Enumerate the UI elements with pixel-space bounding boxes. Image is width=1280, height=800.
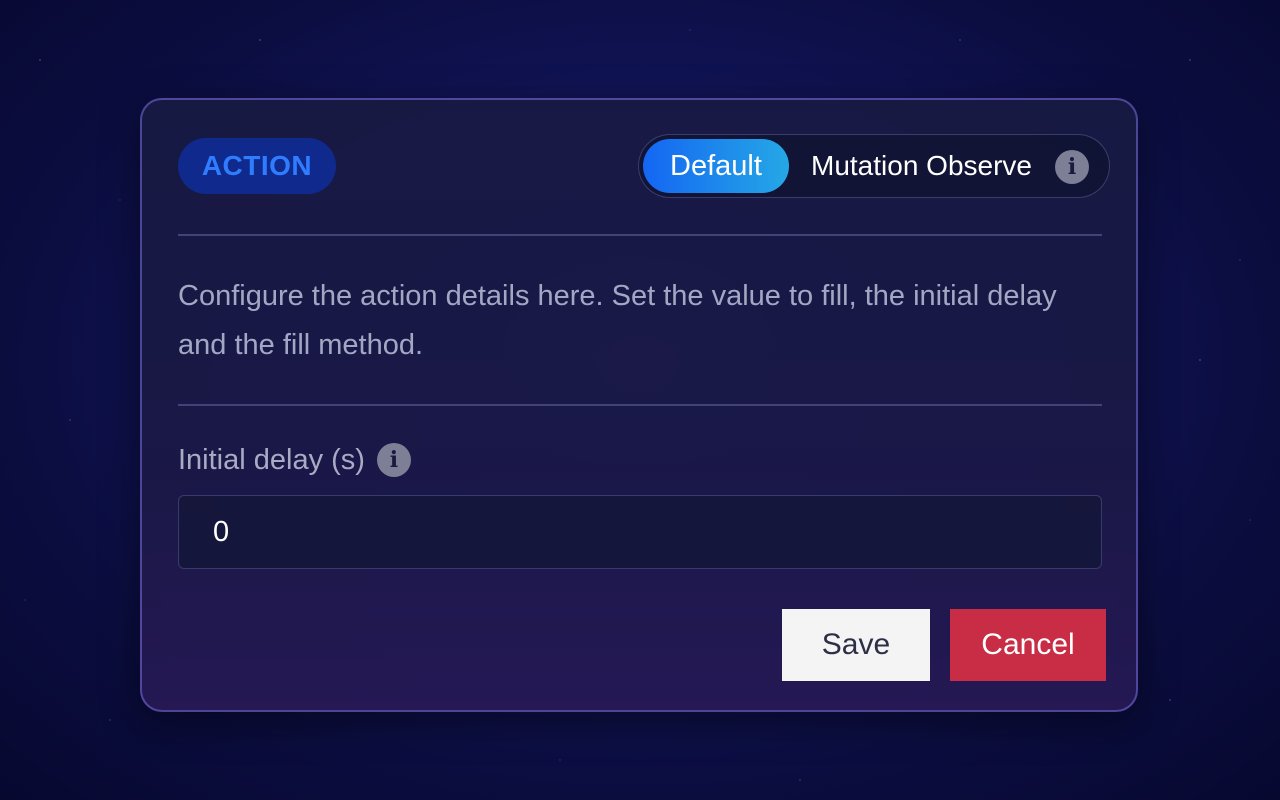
dialog-description: Configure the action details here. Set t… [178,280,1057,361]
info-icon[interactable]: i [1055,150,1089,184]
cancel-button[interactable]: Cancel [950,609,1106,681]
header-divider [178,234,1102,236]
initial-delay-label: Initial delay (s) [178,443,365,476]
initial-delay-input[interactable] [178,495,1102,569]
mode-option-mutation-observe[interactable]: Mutation Observe [811,139,1032,193]
save-button[interactable]: Save [782,609,930,681]
description-divider [178,404,1102,406]
dialog-header: ACTION Default Mutation Observe i [178,134,1110,204]
action-badge: ACTION [178,138,336,194]
initial-delay-label-row: Initial delay (s) i [178,440,411,480]
mode-toggle: Default Mutation Observe i [638,134,1110,198]
action-config-dialog: ACTION Default Mutation Observe i Config… [140,98,1138,712]
info-icon[interactable]: i [376,443,411,477]
mode-option-default[interactable]: Default [643,139,789,193]
